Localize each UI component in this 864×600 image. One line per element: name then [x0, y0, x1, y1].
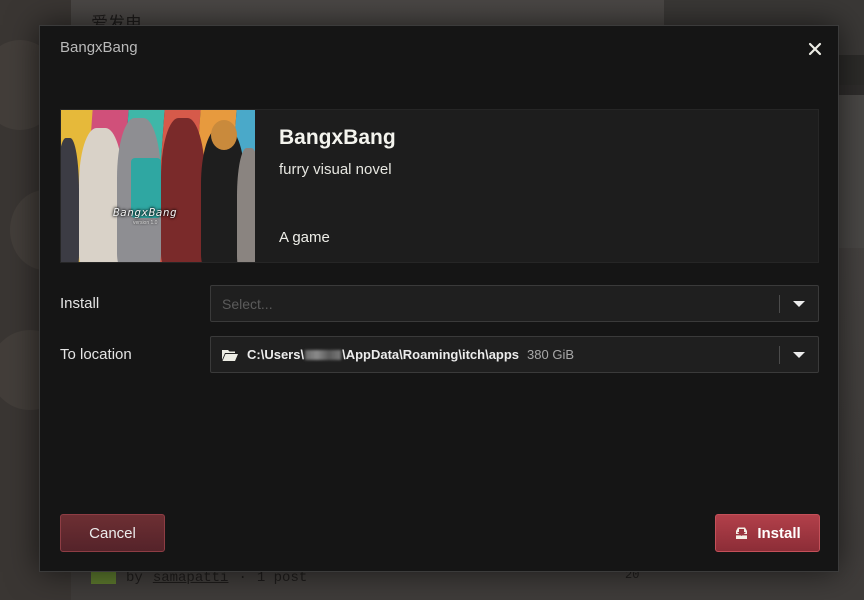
username-link: samapatti — [152, 570, 229, 586]
install-select[interactable]: Select... — [210, 285, 819, 322]
game-subtitle: furry visual novel — [279, 161, 392, 178]
game-title: BangxBang — [279, 126, 396, 149]
user-avatar — [91, 572, 116, 584]
cover-figure — [161, 118, 205, 262]
cover-version-text: version 1.0 — [133, 220, 158, 226]
game-card: BangxBang version 1.0 BangxBang furry vi… — [60, 109, 819, 263]
install-button[interactable]: Install — [715, 514, 820, 552]
install-modal: BangxBang BangxBang version 1.0 BangxBan… — [39, 25, 839, 572]
cancel-button-label: Cancel — [89, 524, 136, 542]
location-value: C:\Users\ \AppData\Roaming\itch\apps 380… — [222, 347, 574, 362]
folder-open-icon — [222, 349, 238, 361]
cover-figure — [61, 138, 79, 262]
chevron-down-icon[interactable] — [793, 352, 805, 358]
cover-figure — [237, 148, 255, 262]
select-separator — [779, 295, 780, 313]
cancel-button[interactable]: Cancel — [60, 514, 165, 552]
install-button-label: Install — [757, 524, 801, 542]
cover-logo-text: BangxBang — [113, 206, 178, 219]
redacted-username — [305, 349, 342, 360]
location-select[interactable]: C:\Users\ \AppData\Roaming\itch\apps 380… — [210, 336, 819, 373]
chevron-down-icon[interactable] — [793, 301, 805, 307]
background-post-footer: by samapatti · 1 post 20 — [91, 568, 639, 586]
separator: · — [238, 570, 247, 586]
location-path-prefix: C:\Users\ — [247, 347, 305, 362]
free-space: 380 GiB — [527, 347, 575, 362]
post-count: 1 post — [256, 570, 308, 586]
download-tray-icon — [736, 527, 748, 539]
close-button[interactable] — [806, 40, 824, 58]
game-type: A game — [279, 229, 330, 246]
modal-title: BangxBang — [60, 39, 138, 56]
install-label: Install — [60, 295, 100, 312]
by-label: by — [126, 570, 143, 586]
install-select-placeholder: Select... — [222, 296, 273, 312]
location-path-suffix: \AppData\Roaming\itch\apps — [342, 347, 520, 362]
game-cover-image: BangxBang version 1.0 — [61, 110, 255, 262]
close-icon — [808, 42, 822, 56]
select-separator — [779, 346, 780, 364]
cover-figure — [211, 120, 237, 150]
location-label: To location — [60, 346, 132, 363]
